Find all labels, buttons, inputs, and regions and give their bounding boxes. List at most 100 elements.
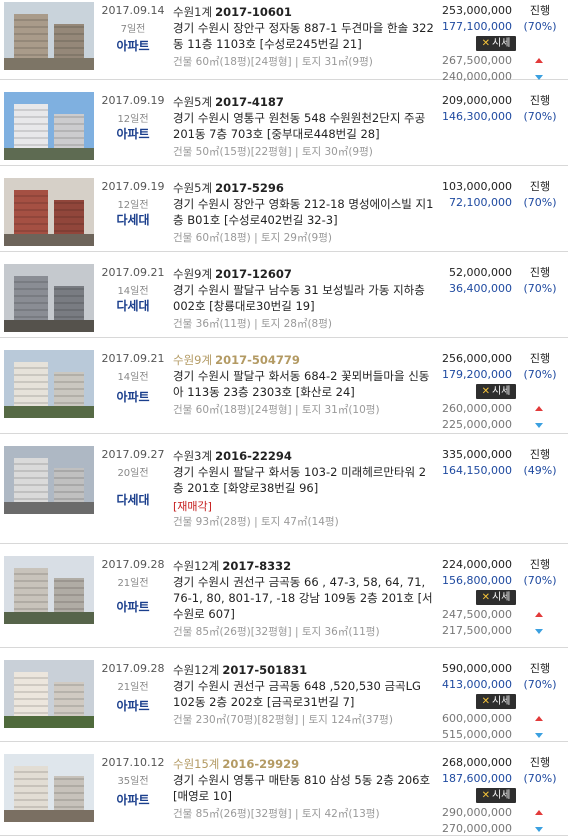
property-address[interactable]: 경기 수원시 장안구 정자동 887-1 두견마을 한솔 322동 11층 11…	[173, 20, 435, 52]
property-type-link[interactable]: 아파트	[98, 388, 168, 405]
case-number[interactable]: 2017-504779	[215, 353, 300, 367]
court-division: 수원5계	[173, 95, 213, 109]
market-price-button[interactable]: ✕ 시세	[476, 590, 516, 605]
court-division: 수원5계	[173, 181, 213, 195]
case-header[interactable]: 수원12계 2017-501831	[173, 662, 307, 678]
case-number[interactable]: 2017-8332	[222, 559, 291, 573]
auction-item[interactable]: 2017.09.21 14일전 아파트 수원9계 2017-504779 경기 수원시 팔…	[0, 338, 568, 434]
appraisal-price: 268,000,000	[442, 756, 512, 769]
property-address[interactable]: 경기 수원시 팔달구 남수동 31 보성빌라 가동 지하층 002호 [창룡대로…	[173, 282, 435, 314]
days-ago: 7일전	[120, 24, 146, 35]
auction-item[interactable]: 2017.09.28 21일전아파트 수원12계 2017-501831 경기 수원시 …	[0, 648, 568, 742]
court-division: 수원9계	[173, 267, 213, 281]
auction-status: 진행	[529, 662, 551, 675]
trend-down-icon	[535, 423, 543, 428]
trend-up-icon	[535, 716, 543, 721]
bid-rate: (70%)	[523, 20, 557, 33]
property-photo[interactable]	[4, 92, 94, 160]
appraisal-price: 52,000,000	[449, 266, 512, 279]
appraisal-price: 590,000,000	[442, 662, 512, 675]
case-number[interactable]: 2017-12607	[215, 267, 292, 281]
property-type-link[interactable]: 아파트	[98, 125, 168, 142]
case-number[interactable]: 2017-4187	[215, 95, 284, 109]
trend-up-icon	[535, 810, 543, 815]
case-number[interactable]: 2017-501831	[222, 663, 307, 677]
property-type-link[interactable]: 다세대	[98, 491, 168, 508]
appraisal-price: 335,000,000	[442, 448, 512, 461]
days-ago: 21일전	[117, 682, 149, 693]
sale-date: 2017.10.12	[101, 756, 165, 769]
case-header[interactable]: 수원9계 2017-12607	[173, 266, 292, 282]
days-ago: 12일전	[117, 200, 149, 211]
sale-date: 2017.09.28	[101, 662, 165, 675]
bid-rate: (70%)	[523, 368, 557, 381]
property-photo[interactable]	[4, 2, 94, 70]
trend-down-icon	[535, 629, 543, 634]
property-address[interactable]: 경기 수원시 팔달구 화서동 103-2 미래헤르만타워 2층 201호 [화양…	[173, 464, 435, 496]
sale-date: 2017.09.21	[101, 352, 165, 365]
property-type-link[interactable]: 아파트	[98, 697, 168, 714]
market-price-button[interactable]: ✕ 시세	[476, 788, 516, 803]
photo-ground	[4, 810, 94, 822]
photo-ground	[4, 612, 94, 624]
area-info: 건물 60㎡(18평)[24평형] | 토지 31㎡(10평)	[173, 404, 380, 416]
auction-item[interactable]: 2017.09.21 14일전 다세대 수원9계 2017-12607 경기 수원시 팔달…	[0, 252, 568, 338]
property-photo[interactable]	[4, 178, 94, 246]
case-header[interactable]: 수원12계 2017-8332	[173, 558, 291, 574]
case-header[interactable]: 수원3계 2016-22294	[173, 448, 292, 464]
auction-item[interactable]: 2017.09.19 12일전 아파트 수원5계 2017-4187 경기 수원시 영통구…	[0, 80, 568, 166]
property-photo[interactable]	[4, 350, 94, 418]
sale-date: 2017.09.27	[101, 448, 165, 461]
market-price-label: 시세	[491, 386, 511, 397]
auction-item[interactable]: 2017.09.14 7일전 아파트 수원1계 2017-10601 경기 수원시 장안구…	[0, 0, 568, 83]
market-price-button[interactable]: ✕ 시세	[476, 694, 516, 709]
auction-status: 진행	[529, 180, 551, 193]
property-photo[interactable]	[4, 754, 94, 822]
case-number[interactable]: 2017-10601	[215, 5, 292, 19]
property-address[interactable]: 경기 수원시 권선구 금곡동 66 , 47-3, 58, 64, 71, 76…	[173, 574, 435, 622]
court-division: 수원12계	[173, 559, 220, 573]
case-number[interactable]: 2016-29929	[222, 757, 299, 771]
days-ago: 21일전	[117, 578, 149, 589]
property-address[interactable]: 경기 수원시 팔달구 화서동 684-2 꽃뫼버들마을 신동아 113동 23층…	[173, 368, 435, 400]
auction-item[interactable]: 2017.10.12 35일전 아파트 수원15계 2016-29929 경기 수원시 영…	[0, 742, 568, 836]
property-photo[interactable]	[4, 556, 94, 624]
case-number[interactable]: 2017-5296	[215, 181, 284, 195]
minimum-bid-price: 179,200,000	[442, 368, 512, 381]
property-photo[interactable]	[4, 264, 94, 332]
auction-item[interactable]: 2017.09.27 20일전 다세대 수원3계 2016-22294 경기 수원시 팔달…	[0, 434, 568, 544]
market-price-button[interactable]: ✕ 시세	[476, 384, 516, 399]
minimum-bid-price: 156,800,000	[442, 574, 512, 587]
property-photo[interactable]	[4, 446, 94, 514]
sale-date: 2017.09.19	[101, 94, 165, 107]
market-price-button[interactable]: ✕ 시세	[476, 36, 516, 51]
case-header[interactable]: 수원5계 2017-4187	[173, 94, 284, 110]
appraisal-price: 103,000,000	[442, 180, 512, 193]
property-type-link[interactable]: 아파트	[98, 37, 168, 54]
auction-status: 진행	[529, 448, 551, 461]
property-address[interactable]: 경기 수원시 장안구 영화동 212-18 명성에이스빌 지1층 B01호 [수…	[173, 196, 435, 228]
market-price-low: 270,000,000	[442, 822, 512, 835]
property-type-link[interactable]: 아파트	[98, 598, 168, 615]
photo-ground	[4, 58, 94, 70]
case-header[interactable]: 수원1계 2017-10601	[173, 4, 292, 20]
trend-down-icon	[535, 733, 543, 738]
case-header[interactable]: 수원9계 2017-504779	[173, 352, 300, 368]
property-address[interactable]: 경기 수원시 권선구 금곡동 648 ,520,530 금곡LG 102동 2층…	[173, 678, 435, 710]
minimum-bid-price: 187,600,000	[442, 772, 512, 785]
property-type-link[interactable]: 다세대	[98, 297, 168, 314]
auction-status: 진행	[529, 756, 551, 769]
property-address[interactable]: 경기 수원시 영통구 매탄동 810 삼성 5동 2층 206호 [매영로 10…	[173, 772, 435, 804]
appraisal-price: 256,000,000	[442, 352, 512, 365]
property-photo[interactable]	[4, 660, 94, 728]
property-type-link[interactable]: 다세대	[98, 211, 168, 228]
case-number[interactable]: 2016-22294	[215, 449, 292, 463]
property-type-link[interactable]: 아파트	[98, 791, 168, 808]
auction-item[interactable]: 2017.09.28 21일전 아파트 수원12계 2017-8332 경기 수원시 권선…	[0, 544, 568, 648]
appraisal-price: 209,000,000	[442, 94, 512, 107]
auction-item[interactable]: 2017.09.19 12일전 다세대 수원5계 2017-5296 경기 수원시 장안구…	[0, 166, 568, 252]
property-address[interactable]: 경기 수원시 영통구 원천동 548 수원원천2단지 주공 201동 7층 70…	[173, 110, 435, 142]
photo-ground	[4, 234, 94, 246]
case-header[interactable]: 수원15계 2016-29929	[173, 756, 299, 772]
case-header[interactable]: 수원5계 2017-5296	[173, 180, 284, 196]
